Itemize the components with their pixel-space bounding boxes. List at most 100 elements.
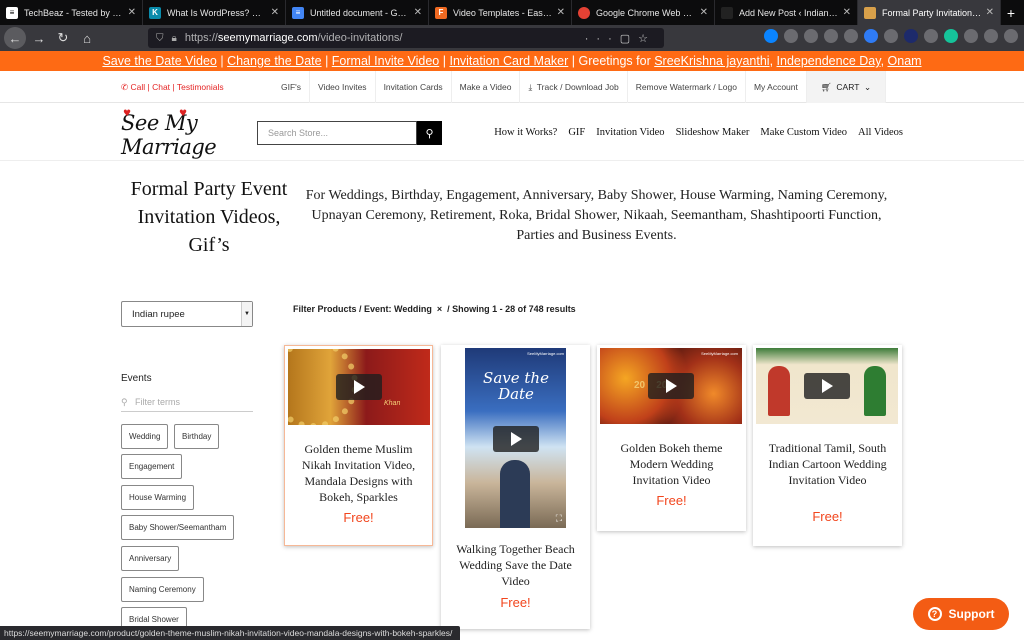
cart-label: CART — [836, 82, 860, 92]
menu-custom-video[interactable]: Make Custom Video — [760, 127, 847, 138]
menu-all-videos[interactable]: All Videos — [858, 127, 903, 138]
product-thumbnail[interactable]: SeeMyMarriage.com 20 20 — [600, 348, 742, 424]
gear-icon[interactable] — [924, 29, 938, 43]
heart-icon: ♥ — [179, 109, 187, 119]
grammarly-icon[interactable] — [944, 29, 958, 43]
library-icon[interactable] — [784, 29, 798, 43]
tab-title: Video Templates - Easily M — [453, 7, 553, 18]
filter-terms-input[interactable]: ⚲ Filter terms — [121, 397, 253, 412]
product-title[interactable]: Traditional Tamil, South Indian Cartoon … — [753, 440, 902, 488]
expand-icon[interactable]: ⛶ — [556, 513, 562, 524]
menu-invitation-video[interactable]: Invitation Video — [596, 127, 664, 138]
translate-icon[interactable] — [964, 29, 978, 43]
couple-image — [500, 460, 530, 528]
tab-google-docs[interactable]: ≡ Untitled document - Googl ✕ — [286, 0, 429, 25]
close-icon[interactable]: ✕ — [986, 7, 994, 18]
extension-icon[interactable] — [844, 29, 858, 43]
testimonials-link[interactable]: Testimonials — [177, 82, 224, 92]
promo-link-onam[interactable]: Onam — [888, 54, 922, 68]
pen-icon[interactable] — [984, 29, 998, 43]
product-card[interactable]: SeeMyMarriage.com 20 20 Golden Bokeh the… — [597, 345, 746, 531]
product-title[interactable]: Golden Bokeh theme Modern Wedding Invita… — [597, 440, 746, 488]
event-chip-anniversary[interactable]: Anniversary — [121, 546, 180, 571]
call-link[interactable]: Call — [131, 82, 146, 92]
menu-slideshow-maker[interactable]: Slideshow Maker — [676, 127, 750, 138]
event-chip-birthday[interactable]: Birthday — [174, 424, 220, 449]
menu-how-it-works[interactable]: How it Works? — [494, 127, 557, 138]
vpn-shield-icon[interactable] — [864, 29, 878, 43]
k-extension-icon[interactable] — [884, 29, 898, 43]
page-actions-icon[interactable]: ···▢☆ — [585, 32, 656, 45]
promo-link-card-maker[interactable]: Invitation Card Maker — [449, 54, 568, 68]
download-icon[interactable] — [764, 29, 778, 43]
play-icon[interactable] — [493, 426, 539, 452]
search-input[interactable]: Search Store... — [257, 121, 417, 145]
dark-extension-icon[interactable] — [904, 29, 918, 43]
product-price: Free! — [343, 510, 374, 525]
product-title[interactable]: Golden theme Muslim Nikah Invitation Vid… — [285, 441, 432, 505]
close-icon[interactable]: ✕ — [557, 7, 565, 18]
back-arrow-icon[interactable]: ← — [4, 27, 26, 49]
nav-video-invites[interactable]: Video Invites — [310, 71, 376, 103]
nav-invitation-cards[interactable]: Invitation Cards — [376, 71, 452, 103]
tab-techbeaz[interactable]: ≡ TechBeaz - Tested by us, w ✕ — [0, 0, 143, 25]
tab-title: TechBeaz - Tested by us, w — [24, 7, 124, 18]
play-icon[interactable] — [804, 373, 850, 399]
tab-add-new-post[interactable]: Add New Post ‹ IndianWed ✕ — [715, 0, 858, 25]
promo-link-formal-invite[interactable]: Formal Invite Video — [332, 54, 439, 68]
close-icon[interactable]: ✕ — [700, 7, 708, 18]
currency-select[interactable]: Indian rupee ▼ — [121, 301, 253, 327]
product-card[interactable]: Traditional Tamil, South Indian Cartoon … — [753, 345, 902, 546]
event-chip-baby-shower[interactable]: Baby Shower/Seemantham — [121, 515, 235, 540]
support-button[interactable]: ? Support — [913, 598, 1009, 630]
event-chip-engagement[interactable]: Engagement — [121, 454, 183, 479]
tab-chrome[interactable]: Google Chrome Web Brow ✕ — [572, 0, 715, 25]
cart-button[interactable]: 🛒︎ CART ⌄ — [806, 71, 887, 103]
nav-my-account[interactable]: My Account — [746, 71, 807, 103]
chat-link[interactable]: Chat — [152, 82, 170, 92]
product-thumbnail[interactable] — [756, 348, 898, 424]
new-tab-icon[interactable]: + — [1001, 0, 1021, 25]
tab-video-templates[interactable]: F Video Templates - Easily M ✕ — [429, 0, 572, 25]
promo-link-save-date[interactable]: Save the Date Video — [102, 54, 216, 68]
nav-remove-watermark[interactable]: Remove Watermark / Logo — [628, 71, 746, 103]
nav-make-video[interactable]: Make a Video — [452, 71, 521, 103]
close-icon[interactable]: ✕ — [128, 7, 136, 18]
sidebar-icon[interactable] — [804, 29, 818, 43]
event-chip-wedding[interactable]: Wedding — [121, 424, 169, 449]
close-icon[interactable]: ✕ — [271, 7, 279, 18]
forward-arrow-icon[interactable]: → — [28, 27, 50, 49]
remove-filter-icon[interactable]: × — [437, 304, 442, 314]
track-label: Track / Download Job — [536, 82, 619, 92]
logo-text: See My Marriage — [121, 111, 217, 159]
close-icon[interactable]: ✕ — [414, 7, 422, 18]
site-logo[interactable]: See My Marriage ♥ ♥ — [121, 109, 249, 159]
product-thumbnail[interactable]: SeeMyMarriage.com Save the Date ⛶ — [465, 348, 566, 528]
search-button[interactable]: ⚲ — [417, 121, 442, 145]
tab-formal-party[interactable]: Formal Party Invitation Vide ✕ — [858, 0, 1001, 25]
product-thumbnail[interactable]: Khan — [288, 349, 430, 425]
menu-icon[interactable] — [1004, 29, 1018, 43]
play-icon[interactable] — [336, 374, 382, 400]
close-icon[interactable]: ✕ — [843, 7, 851, 18]
product-card[interactable]: SeeMyMarriage.com Save the Date ⛶ Walkin… — [441, 345, 590, 629]
menu-gif[interactable]: GIF — [568, 127, 585, 138]
promo-link-independence[interactable]: Independence Day — [777, 54, 881, 68]
product-card[interactable]: Khan Golden theme Muslim Nikah Invitatio… — [284, 345, 433, 546]
reload-icon[interactable]: ↻ — [52, 27, 74, 49]
cart-icon: 🛒︎ — [820, 82, 832, 92]
account-icon[interactable] — [824, 29, 838, 43]
tab-wordpress[interactable]: K What Is WordPress? Explai ✕ — [143, 0, 286, 25]
event-chip-naming-ceremony[interactable]: Naming Ceremony — [121, 577, 204, 602]
promo-link-krishna[interactable]: SreeKrishna jayanthi — [654, 54, 769, 68]
question-icon: ? — [927, 607, 942, 621]
promo-link-change-date[interactable]: Change the Date — [227, 54, 322, 68]
play-icon[interactable] — [648, 373, 694, 399]
home-icon[interactable]: ⌂ — [76, 27, 98, 49]
address-bar[interactable]: ⛉ 🔒︎ https://seemymarriage.com/video-inv… — [148, 28, 664, 48]
nav-track-download[interactable]: ⤓ Track / Download Job — [520, 71, 628, 103]
browser-tab-bar: ≡ TechBeaz - Tested by us, w ✕ K What Is Wo… — [0, 0, 1024, 25]
event-chip-house-warming[interactable]: House Warming — [121, 485, 195, 510]
product-title[interactable]: Walking Together Beach Wedding Save the … — [441, 541, 590, 589]
nav-gifs[interactable]: GIF's — [273, 71, 311, 103]
